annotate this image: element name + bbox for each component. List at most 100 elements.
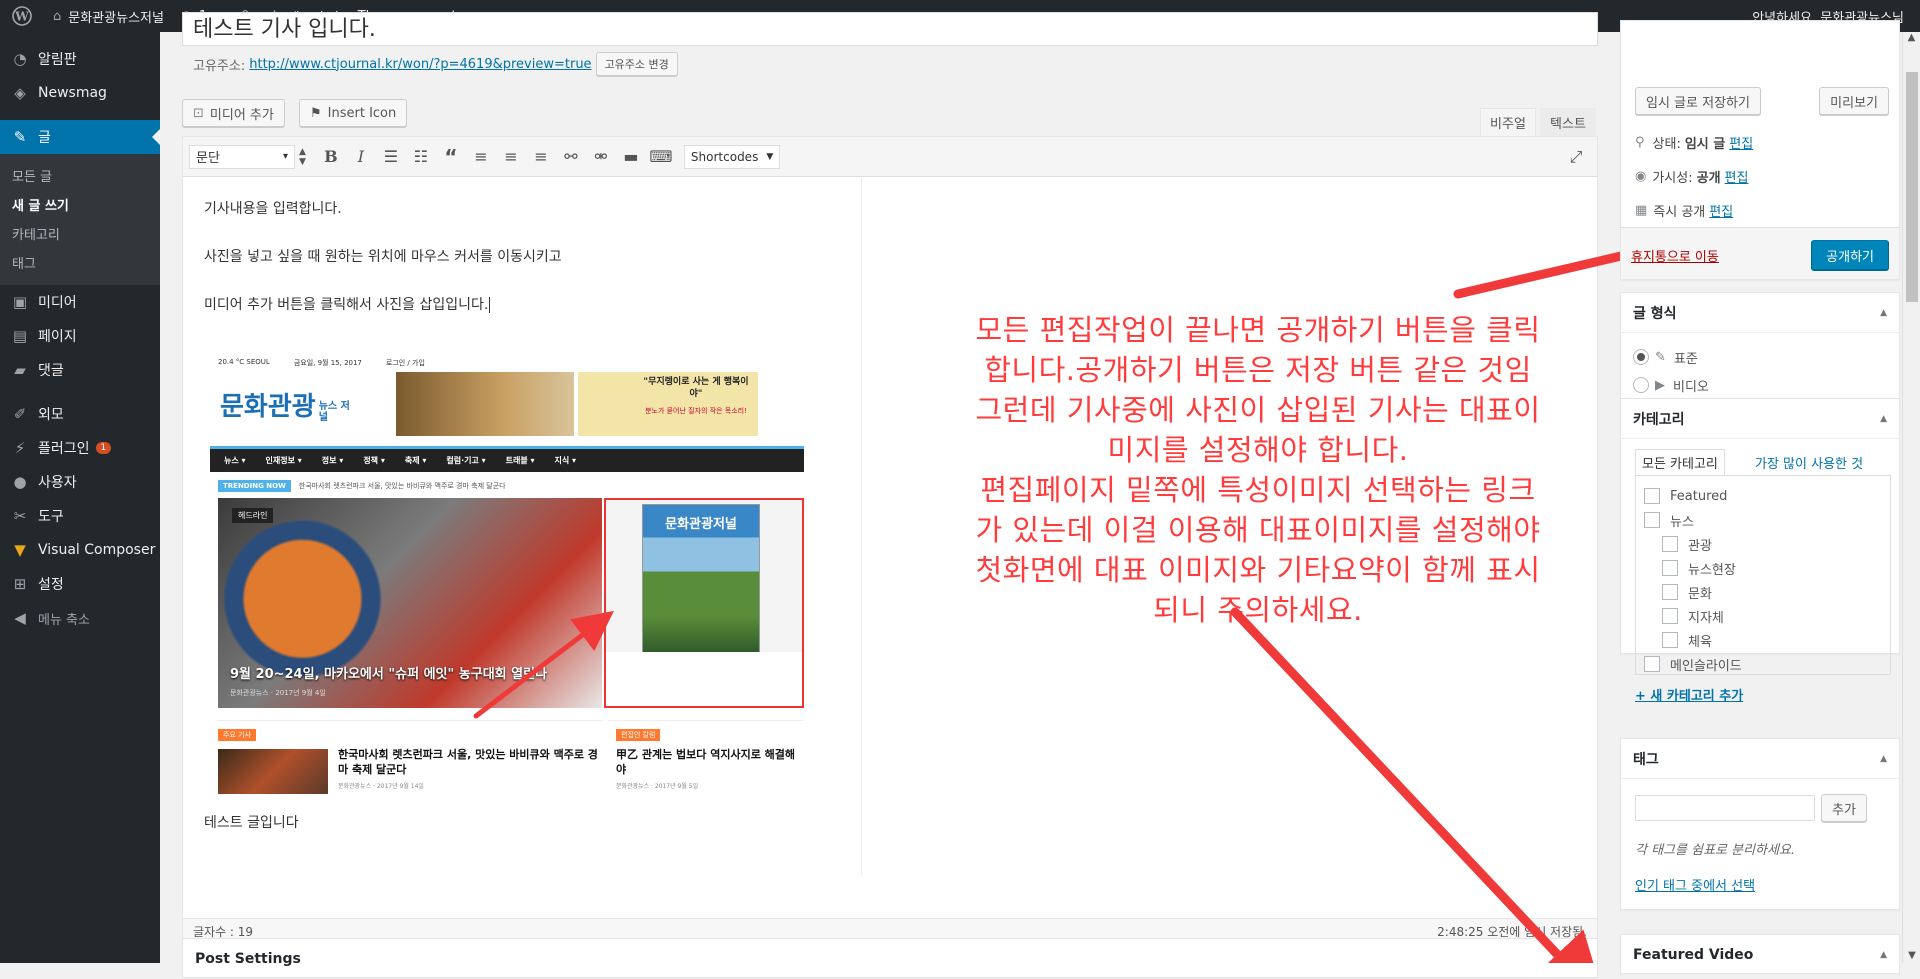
- category-checkbox[interactable]: [1662, 632, 1678, 648]
- shortcodes-select[interactable]: Shortcodes ▼: [683, 144, 781, 169]
- category-tab-all[interactable]: 모든 카테고리: [1635, 449, 1725, 475]
- category-checkbox[interactable]: [1662, 536, 1678, 552]
- category-checkbox[interactable]: [1662, 560, 1678, 576]
- embed-card-title: 한국마사회 렛츠런파크 서울, 맛있는 바비큐와 맥주로 경마 축제 달군다: [338, 748, 598, 776]
- add-new-category-link[interactable]: + 새 카테고리 추가: [1635, 685, 1743, 704]
- site-name-link[interactable]: ⌂ 문화관광뉴스저널: [44, 0, 173, 32]
- format-stepper-icon[interactable]: ▲ ▼: [299, 147, 306, 167]
- edit-visibility-link[interactable]: 편집: [1725, 167, 1749, 186]
- featured-video-label: Featured Video: [1633, 946, 1754, 963]
- category-title[interactable]: 카테고리 ▲: [1621, 399, 1899, 439]
- insert-icon-button[interactable]: ⚑ Insert Icon: [299, 99, 408, 127]
- category-item[interactable]: 문화: [1636, 580, 1890, 604]
- add-tag-button[interactable]: 추가: [1821, 794, 1867, 822]
- align-right-icon[interactable]: ≡: [526, 143, 556, 171]
- embed-topline: 20.4 °C SEOUL 금요일, 9월 15, 2017 로그인 / 가입: [218, 358, 425, 368]
- bold-icon[interactable]: B: [316, 143, 346, 171]
- menu-users[interactable]: ● 사용자: [0, 465, 160, 499]
- move-to-trash-link[interactable]: 휴지통으로 이동: [1631, 246, 1719, 265]
- collapse-arrow-icon[interactable]: ▲: [1880, 950, 1887, 960]
- category-checkbox[interactable]: [1662, 608, 1678, 624]
- post-format-title[interactable]: 글 형식 ▲: [1621, 293, 1899, 333]
- category-checkbox[interactable]: [1662, 584, 1678, 600]
- user-icon: ●: [13, 473, 27, 491]
- category-checkbox[interactable]: [1644, 656, 1660, 672]
- menu-appearance[interactable]: ✐ 외모: [0, 397, 160, 431]
- tag-input[interactable]: [1635, 795, 1815, 821]
- category-item[interactable]: 뉴스: [1636, 508, 1890, 532]
- edit-schedule-link[interactable]: 편집: [1709, 201, 1733, 220]
- collapse-arrow-icon[interactable]: ▲: [1880, 308, 1887, 318]
- category-list[interactable]: Featured 뉴스 관광 뉴스현장 문화 지자체 체육 메인슬라이드: [1635, 475, 1891, 675]
- permalink-url[interactable]: http://www.ctjournal.kr/won/?p=4619&prev…: [249, 57, 591, 72]
- italic-icon[interactable]: I: [346, 143, 376, 171]
- tab-text[interactable]: 텍스트: [1540, 108, 1596, 136]
- post-settings-title[interactable]: Post Settings: [183, 939, 1597, 979]
- category-item[interactable]: 지자체: [1636, 604, 1890, 628]
- edit-status-link[interactable]: 편집: [1729, 133, 1753, 152]
- add-media-button[interactable]: ⊡ 미디어 추가: [182, 99, 285, 127]
- menu-posts[interactable]: ✎ 글: [0, 120, 160, 154]
- menu-tools[interactable]: ✂ 도구: [0, 499, 160, 533]
- format-video-option[interactable]: ▶ 비디오: [1633, 373, 1709, 397]
- menu-visual-composer[interactable]: ▼ Visual Composer: [0, 533, 160, 567]
- category-tab-popular[interactable]: 가장 많이 사용한 것: [1749, 449, 1869, 475]
- tab-visual[interactable]: 비주얼: [1480, 108, 1536, 136]
- scroll-down-icon[interactable]: ▼: [1903, 950, 1920, 961]
- collapse-arrow-icon[interactable]: ▲: [1880, 414, 1887, 424]
- submenu-categories[interactable]: 카테고리: [0, 219, 160, 248]
- post-title-input[interactable]: 테스트 기사 입니다.: [182, 12, 1598, 46]
- svg-text:W: W: [14, 10, 29, 24]
- preview-button[interactable]: 미리보기: [1819, 87, 1889, 115]
- category-checkbox[interactable]: [1644, 512, 1660, 528]
- menu-pages[interactable]: ▤ 페이지: [0, 319, 160, 353]
- featured-video-title[interactable]: Featured Video ▲: [1621, 935, 1899, 975]
- align-center-icon[interactable]: ≡: [496, 143, 526, 171]
- submenu-tags[interactable]: 태그: [0, 248, 160, 277]
- popular-tags-link[interactable]: 인기 태그 중에서 선택: [1635, 875, 1755, 894]
- menu-comments[interactable]: ▰ 댓글: [0, 353, 160, 387]
- category-item[interactable]: 메인슬라이드: [1636, 652, 1890, 674]
- category-item[interactable]: 관광: [1636, 532, 1890, 556]
- embed-card-thumb: [218, 749, 328, 794]
- tag-title[interactable]: 태그 ▲: [1621, 739, 1899, 779]
- wordpress-logo-icon[interactable]: W: [0, 0, 44, 32]
- category-checkbox[interactable]: [1644, 488, 1660, 504]
- link-icon[interactable]: ⚯: [556, 143, 586, 171]
- menu-plugins[interactable]: ⚡ 플러그인 1: [0, 431, 160, 465]
- format-select[interactable]: 문단 ▾: [189, 144, 295, 169]
- bullet-list-icon[interactable]: ☰: [376, 143, 406, 171]
- page-scrollbar[interactable]: ▲ ▼: [1902, 32, 1920, 963]
- submenu-new-post[interactable]: 새 글 쓰기: [0, 190, 160, 219]
- editor-divider: [861, 178, 862, 876]
- category-item[interactable]: 체육: [1636, 628, 1890, 652]
- save-draft-button[interactable]: 임시 글로 저장하기: [1635, 87, 1761, 115]
- fullscreen-icon[interactable]: ⤢: [1561, 143, 1591, 171]
- menu-media[interactable]: ▣ 미디어: [0, 285, 160, 319]
- quote-icon[interactable]: “: [436, 143, 466, 171]
- numbered-list-icon[interactable]: ☷: [406, 143, 436, 171]
- scroll-up-icon[interactable]: ▲: [1903, 32, 1920, 43]
- category-item[interactable]: 뉴스현장: [1636, 556, 1890, 580]
- shortcodes-label: Shortcodes: [690, 149, 759, 164]
- radio-unchecked-icon[interactable]: [1633, 377, 1649, 393]
- format-standard-option[interactable]: ✎ 표준: [1633, 345, 1698, 369]
- menu-settings[interactable]: ⊞ 설정: [0, 567, 160, 601]
- scroll-thumb[interactable]: [1906, 72, 1918, 302]
- align-left-icon[interactable]: ≡: [466, 143, 496, 171]
- edit-permalink-button[interactable]: 고유주소 변경: [595, 52, 678, 76]
- menu-label: 알림판: [38, 52, 77, 68]
- collapse-arrow-icon[interactable]: ▲: [1880, 754, 1887, 764]
- read-more-icon[interactable]: ▬: [616, 143, 646, 171]
- menu-newsmag[interactable]: ◈ Newsmag: [0, 76, 160, 110]
- category-item[interactable]: Featured: [1636, 484, 1890, 508]
- menu-dashboard[interactable]: ◔ 알림판: [0, 42, 160, 76]
- submenu-all-posts[interactable]: 모든 글: [0, 161, 160, 190]
- toolbar-toggle-icon[interactable]: ⌨: [646, 143, 676, 171]
- unlink-icon[interactable]: ⚮: [586, 143, 616, 171]
- publish-button[interactable]: 공개하기: [1811, 240, 1889, 270]
- radio-checked-icon[interactable]: [1633, 349, 1649, 365]
- visibility-row: ◉ 가시성: 공개 편집: [1635, 167, 1748, 186]
- menu-collapse[interactable]: ◀ 메뉴 축소: [0, 601, 160, 635]
- embedded-screenshot[interactable]: 20.4 °C SEOUL 금요일, 9월 15, 2017 로그인 / 가입 …: [204, 350, 804, 794]
